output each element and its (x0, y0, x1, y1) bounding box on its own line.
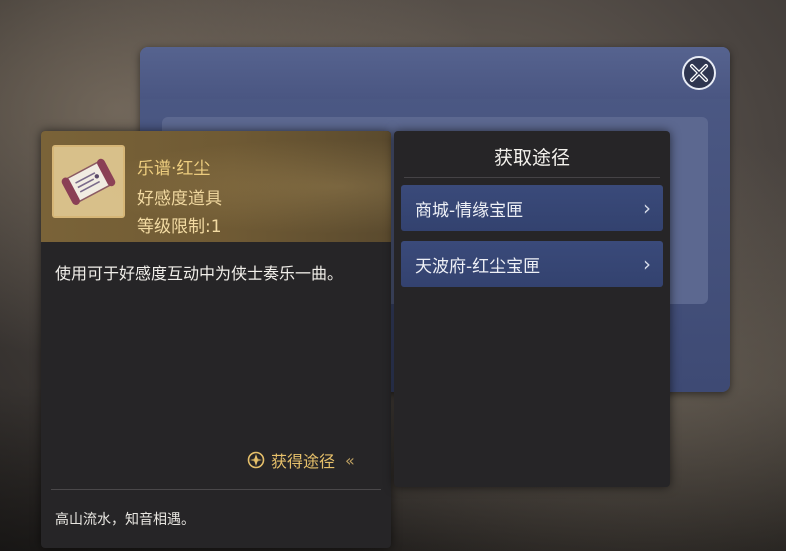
obtain-source-label: 获得途径 (271, 452, 336, 471)
source-item-tianbofu[interactable]: 天波府-红尘宝匣 › (401, 241, 663, 287)
item-flavor-text: 高山流水，知音相遇。 (55, 512, 195, 528)
item-icon-frame (52, 145, 125, 218)
item-level-requirement: 等级限制:1 (137, 217, 222, 237)
chevron-right-icon: › (643, 196, 651, 220)
chevron-right-icon: › (643, 252, 651, 276)
double-chevron-left-icon: « (345, 450, 355, 470)
obtain-source-link[interactable]: 获得途径 « (247, 449, 355, 471)
item-type: 好感度道具 (137, 189, 222, 209)
divider (51, 489, 381, 490)
item-tooltip-card: 乐谱·红尘 好感度道具 等级限制:1 使用可于好感度互动中为侠士奏乐一曲。 获得… (41, 131, 391, 548)
item-name: 乐谱·红尘 (137, 159, 211, 179)
divider (404, 177, 660, 178)
compass-icon (247, 451, 265, 469)
item-description: 使用可于好感度互动中为侠士奏乐一曲。 (55, 264, 344, 283)
source-item-label: 商城-情缘宝匣 (415, 200, 524, 221)
source-item-label: 天波府-红尘宝匣 (415, 256, 541, 277)
backdrop-header (140, 47, 730, 99)
source-item-shop[interactable]: 商城-情缘宝匣 › (401, 185, 663, 231)
item-header: 乐谱·红尘 好感度道具 等级限制:1 (41, 131, 391, 242)
music-scroll-icon (54, 147, 123, 216)
close-button[interactable] (682, 56, 716, 90)
source-panel-title: 获取途径 (493, 147, 570, 169)
source-panel: 获取途径 商城-情缘宝匣 › 天波府-红尘宝匣 › (394, 131, 670, 487)
close-icon (690, 64, 708, 82)
